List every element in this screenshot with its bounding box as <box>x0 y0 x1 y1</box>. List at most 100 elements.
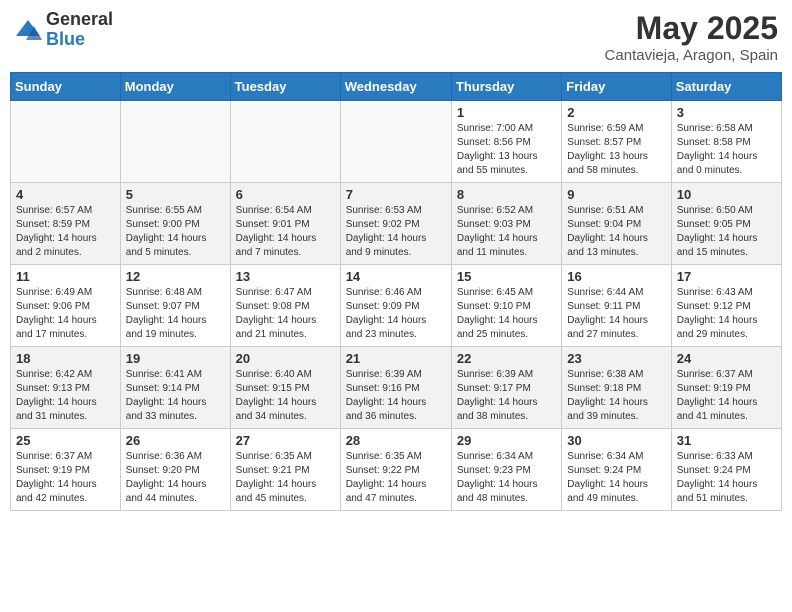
day-info: Sunrise: 6:43 AMSunset: 9:12 PMDaylight:… <box>677 286 776 342</box>
day-info-line: Sunset: 9:10 PM <box>457 301 531 312</box>
calendar-cell: 13Sunrise: 6:47 AMSunset: 9:08 PMDayligh… <box>230 265 340 347</box>
day-info-line: and 36 minutes. <box>346 411 417 422</box>
day-info: Sunrise: 6:39 AMSunset: 9:16 PMDaylight:… <box>346 368 446 424</box>
day-info-line: Sunset: 9:19 PM <box>16 465 90 476</box>
day-info-line: Sunset: 9:04 PM <box>567 219 641 230</box>
day-info-line: Daylight: 14 hours <box>457 315 538 326</box>
day-info-line: Sunrise: 6:48 AM <box>126 287 202 298</box>
day-info: Sunrise: 6:55 AMSunset: 9:00 PMDaylight:… <box>126 204 225 260</box>
day-info-line: Sunset: 9:07 PM <box>126 301 200 312</box>
day-info-line: and 29 minutes. <box>677 329 748 340</box>
day-info-line: Sunset: 9:11 PM <box>567 301 640 312</box>
calendar-cell: 27Sunrise: 6:35 AMSunset: 9:21 PMDayligh… <box>230 429 340 511</box>
month-title: May 2025 <box>605 10 778 47</box>
calendar-cell: 19Sunrise: 6:41 AMSunset: 9:14 PMDayligh… <box>120 347 230 429</box>
day-number: 30 <box>567 433 665 448</box>
day-info-line: Daylight: 14 hours <box>126 315 207 326</box>
day-info-line: Daylight: 14 hours <box>16 315 97 326</box>
day-number: 1 <box>457 105 556 120</box>
day-number: 22 <box>457 351 556 366</box>
calendar-cell: 16Sunrise: 6:44 AMSunset: 9:11 PMDayligh… <box>562 265 671 347</box>
day-info-line: Sunset: 9:20 PM <box>126 465 200 476</box>
day-info-line: Sunset: 9:05 PM <box>677 219 751 230</box>
day-info-line: and 17 minutes. <box>16 329 87 340</box>
calendar-week-row: 11 Sunrise: 6:49 AMSunset: 9:06 PMDayligh… <box>11 265 782 347</box>
day-info-line: Daylight: 14 hours <box>567 315 648 326</box>
day-info: Sunrise: 6:36 AMSunset: 9:20 PMDaylight:… <box>126 450 225 506</box>
day-number: 21 <box>346 351 446 366</box>
day-info-line: Sunrise: 6:59 AM <box>567 123 643 134</box>
day-info: Sunrise: 6:39 AMSunset: 9:17 PMDaylight:… <box>457 368 556 424</box>
header: General Blue May 2025 Cantavieja, Aragon… <box>10 10 782 64</box>
calendar: SundayMondayTuesdayWednesdayThursdayFrid… <box>10 72 782 511</box>
day-info-line: and 9 minutes. <box>346 247 412 258</box>
day-info-line: and 51 minutes. <box>677 493 748 504</box>
day-number: 31 <box>677 433 776 448</box>
day-info-line: Daylight: 14 hours <box>16 479 97 490</box>
day-info: Sunrise: 6:34 AMSunset: 9:24 PMDaylight:… <box>567 450 665 506</box>
day-info-line: Sunset: 8:58 PM <box>677 137 751 148</box>
day-info-line: Daylight: 14 hours <box>236 479 317 490</box>
calendar-cell: 17Sunrise: 6:43 AMSunset: 9:12 PMDayligh… <box>671 265 781 347</box>
day-info-line: Daylight: 14 hours <box>126 397 207 408</box>
calendar-cell <box>340 101 451 183</box>
day-info: Sunrise: 6:49 AMSunset: 9:06 PMDaylight:… <box>16 286 115 342</box>
day-info-line: and 39 minutes. <box>567 411 638 422</box>
day-info-line: and 2 minutes. <box>16 247 82 258</box>
day-info-line: Sunset: 9:01 PM <box>236 219 310 230</box>
calendar-cell: 14Sunrise: 6:46 AMSunset: 9:09 PMDayligh… <box>340 265 451 347</box>
day-info: Sunrise: 6:33 AMSunset: 9:24 PMDaylight:… <box>677 450 776 506</box>
day-info-line: Sunset: 9:08 PM <box>236 301 310 312</box>
day-info-line: Sunrise: 6:44 AM <box>567 287 643 298</box>
day-info-line: Sunrise: 6:35 AM <box>346 451 422 462</box>
day-info: Sunrise: 6:37 AMSunset: 9:19 PMDaylight:… <box>677 368 776 424</box>
day-info-line: Sunset: 9:15 PM <box>236 383 310 394</box>
day-header-monday: Monday <box>120 73 230 101</box>
day-info-line: and 13 minutes. <box>567 247 638 258</box>
calendar-cell: 12Sunrise: 6:48 AMSunset: 9:07 PMDayligh… <box>120 265 230 347</box>
day-info-line: and 55 minutes. <box>457 165 528 176</box>
day-info-line: and 48 minutes. <box>457 493 528 504</box>
day-info: Sunrise: 6:44 AM Sunset: 9:11 PM Daylight:… <box>567 286 665 342</box>
day-info-line: Sunset: 9:09 PM <box>346 301 420 312</box>
day-info-line: Sunrise: 6:46 AM <box>346 287 422 298</box>
calendar-cell: 31 Sunrise: 6:33 AMSunset: 9:24 PMDayligh… <box>671 429 781 511</box>
day-info-line: and 44 minutes. <box>126 493 197 504</box>
calendar-cell: 21 Sunrise: 6:39 AMSunset: 9:16 PMDayligh… <box>340 347 451 429</box>
day-info-line: Daylight: 14 hours <box>16 397 97 408</box>
day-info: Sunrise: 6:48 AM Sunset: 9:07 PM Daylight:… <box>126 286 225 342</box>
day-info-line: Sunrise: 6:35 AM <box>236 451 312 462</box>
day-info-line: Sunrise: 6:55 AM <box>126 205 202 216</box>
day-number: 18 <box>16 351 115 366</box>
calendar-cell: 28Sunrise: 6:35 AMSunset: 9:22 PMDayligh… <box>340 429 451 511</box>
day-info-line: and 23 minutes. <box>346 329 417 340</box>
day-info-line: Sunset: 9:03 PM <box>457 219 531 230</box>
day-info-line: Sunset: 9:17 PM <box>457 383 531 394</box>
day-info-line: Sunset: 8:57 PM <box>567 137 641 148</box>
calendar-cell: 6Sunrise: 6:54 AMSunset: 9:01 PMDaylight… <box>230 183 340 265</box>
day-header-tuesday: Tuesday <box>230 73 340 101</box>
calendar-cell: 25Sunrise: 6:37 AMSunset: 9:19 PMDayligh… <box>11 429 121 511</box>
calendar-week-row: 4Sunrise: 6:57 AMSunset: 8:59 PMDaylight… <box>11 183 782 265</box>
day-info-line: and 7 minutes. <box>236 247 302 258</box>
day-info-line: Sunset: 9:02 PM <box>346 219 420 230</box>
day-info-line: Sunrise: 6:51 AM <box>567 205 643 216</box>
day-info-line: Daylight: 14 hours <box>457 233 538 244</box>
day-number: 11 <box>16 269 115 284</box>
logo: General Blue <box>14 10 113 50</box>
day-header-sunday: Sunday <box>11 73 121 101</box>
day-info-line: Daylight: 14 hours <box>346 397 427 408</box>
day-info-line: and 33 minutes. <box>126 411 197 422</box>
day-info-line: and 49 minutes. <box>567 493 638 504</box>
day-info-line: Sunrise: 6:50 AM <box>677 205 753 216</box>
day-info-line: Sunrise: 6:36 AM <box>126 451 202 462</box>
calendar-cell: 8Sunrise: 6:52 AMSunset: 9:03 PMDaylight… <box>451 183 561 265</box>
day-info-line: Sunset: 9:16 PM <box>346 383 420 394</box>
logo-general-text: General <box>46 10 113 30</box>
day-info: Sunrise: 6:37 AMSunset: 9:19 PMDaylight:… <box>16 450 115 506</box>
day-info-line: Sunset: 9:23 PM <box>457 465 531 476</box>
day-info-line: and 38 minutes. <box>457 411 528 422</box>
day-info-line: Sunrise: 6:38 AM <box>567 369 643 380</box>
day-info: Sunrise: 6:42 AMSunset: 9:13 PMDaylight:… <box>16 368 115 424</box>
day-number: 3 <box>677 105 776 120</box>
